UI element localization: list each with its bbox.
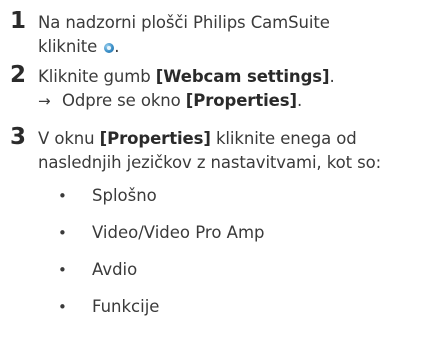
- step-3-post-line-1: kliknite enega od: [210, 129, 357, 148]
- step-3-pre: V oknu: [38, 129, 100, 148]
- list-item: • Splošno: [58, 184, 157, 208]
- instructions-document: 1 Na nadzorni plošči Philips CamSuite kl…: [0, 0, 446, 353]
- step-number: 3: [10, 124, 27, 150]
- list-item-label: Video/Video Pro Amp: [92, 223, 265, 242]
- step-text: V oknu [Properties] kliknite enega od na…: [38, 127, 438, 175]
- properties-window-ref: [Properties]: [99, 129, 211, 148]
- list-item-label: Avdio: [92, 260, 138, 279]
- webcam-settings-button-ref: [Webcam settings]: [155, 67, 330, 86]
- list-item: • Video/Video Pro Amp: [58, 221, 265, 245]
- list-item-label: Splošno: [92, 186, 157, 205]
- step-3-line-2: naslednjih jezičkov z nastavitvami, kot …: [38, 153, 382, 172]
- step-2-post: .: [329, 67, 335, 86]
- bullet-icon: •: [58, 224, 67, 242]
- step-number: 1: [10, 8, 27, 34]
- result-arrow-icon: →: [38, 92, 51, 110]
- step-2-result: → Odpre se okno [Properties].: [38, 89, 438, 113]
- properties-window-ref: [Properties]: [185, 91, 297, 110]
- list-item-label: Funkcije: [92, 297, 160, 316]
- bullet-icon: •: [58, 187, 67, 205]
- step-text: Kliknite gumb [Webcam settings]. → Odpre …: [38, 65, 438, 113]
- list-item: • Avdio: [58, 258, 137, 282]
- result-post: .: [296, 91, 303, 110]
- step-2-pre: Kliknite gumb: [38, 67, 156, 86]
- step-1-line-2-pre: kliknite: [38, 37, 103, 56]
- list-item: • Funkcije: [58, 295, 159, 319]
- step-text: Na nadzorni plošči Philips CamSuite klik…: [38, 11, 438, 59]
- bullet-icon: •: [58, 298, 67, 316]
- bullet-icon: •: [58, 261, 67, 279]
- result-pre: Odpre se okno: [62, 91, 186, 110]
- camsuite-icon: [104, 43, 115, 53]
- step-1-line-1: Na nadzorni plošči Philips CamSuite: [38, 13, 330, 32]
- step-1-line-2-post: .: [114, 37, 120, 56]
- step-number: 2: [10, 62, 27, 88]
